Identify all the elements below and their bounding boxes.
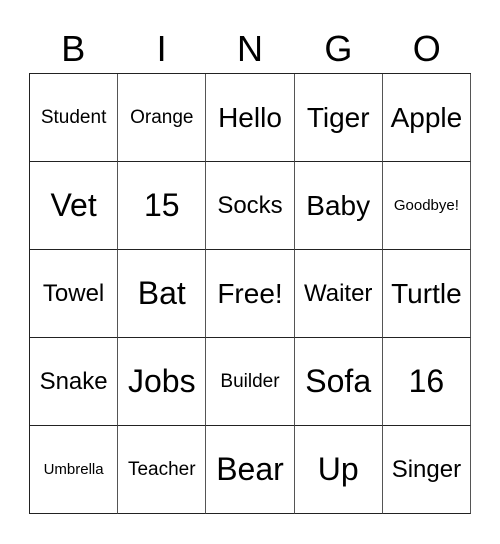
bingo-cell[interactable]: Teacher xyxy=(118,426,207,514)
bingo-cell[interactable]: Vet xyxy=(30,162,119,250)
bingo-cell[interactable]: Towel xyxy=(30,250,119,338)
free-space-cell[interactable]: Free! xyxy=(206,250,295,338)
bingo-cell[interactable]: Up xyxy=(294,426,383,514)
bingo-cell[interactable]: Bat xyxy=(118,250,207,338)
bingo-cell[interactable]: Builder xyxy=(206,338,295,426)
bingo-cell[interactable]: Baby xyxy=(294,162,383,250)
bingo-cell[interactable]: Student xyxy=(30,74,119,162)
bingo-header: B I N G O xyxy=(29,26,471,72)
bingo-cell[interactable]: Waiter xyxy=(294,250,383,338)
bingo-cell[interactable]: Turtle xyxy=(382,250,471,338)
bingo-cell[interactable]: Orange xyxy=(118,74,207,162)
bingo-cell[interactable]: Sofa xyxy=(294,338,383,426)
header-letter-i: I xyxy=(156,28,167,69)
bingo-cell[interactable]: Tiger xyxy=(294,74,383,162)
bingo-cell[interactable]: 16 xyxy=(382,338,471,426)
bingo-cell[interactable]: Goodbye! xyxy=(382,162,471,250)
bingo-cell[interactable]: Socks xyxy=(206,162,295,250)
header-letter-n: N xyxy=(236,28,263,69)
header-letter-g: G xyxy=(324,28,353,69)
bingo-cell[interactable]: Hello xyxy=(206,74,295,162)
header-letter-b: B xyxy=(61,28,86,69)
bingo-cell[interactable]: Snake xyxy=(30,338,119,426)
bingo-cell[interactable]: 15 xyxy=(118,162,207,250)
bingo-cell[interactable]: Singer xyxy=(382,426,471,514)
bingo-cell[interactable]: Bear xyxy=(206,426,295,514)
header-letter-o: O xyxy=(412,28,441,69)
bingo-card-grid: Student Orange Hello Tiger Apple Vet 15 … xyxy=(29,73,471,514)
bingo-cell[interactable]: Jobs xyxy=(118,338,207,426)
bingo-cell[interactable]: Umbrella xyxy=(30,426,119,514)
bingo-cell[interactable]: Apple xyxy=(382,74,471,162)
